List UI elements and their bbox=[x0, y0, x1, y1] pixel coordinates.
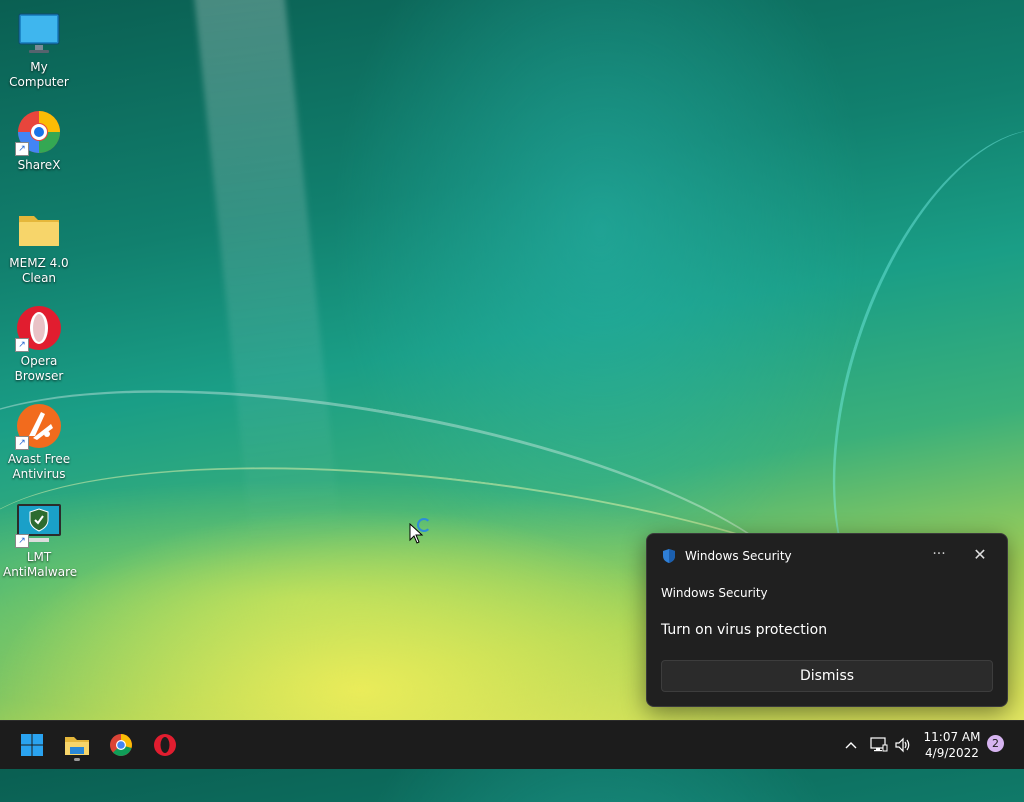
notification-toast[interactable]: Windows Security ··· ✕ Windows Security … bbox=[646, 533, 1008, 707]
desktop-icon-label: ShareX bbox=[17, 158, 61, 172]
chrome-icon bbox=[110, 734, 132, 756]
taskbar-file-explorer[interactable] bbox=[59, 727, 95, 763]
desktop-icon-memz[interactable]: MEMZ 4.0 Clean bbox=[0, 200, 78, 286]
shield-monitor-icon: ↗ bbox=[15, 500, 63, 548]
more-options-button[interactable]: ··· bbox=[927, 544, 951, 566]
dismiss-button[interactable]: Dismiss bbox=[661, 660, 993, 692]
volume-icon bbox=[895, 737, 910, 753]
desktop-icon-label: Avast Free Antivirus bbox=[7, 452, 71, 481]
desktop-icon-lmt-antimalware[interactable]: ↗ LMT AntiMalware bbox=[0, 494, 78, 580]
desktop-icon-opera[interactable]: ↗ Opera Browser bbox=[0, 298, 78, 384]
volume-button[interactable] bbox=[892, 721, 914, 769]
windows-logo-icon bbox=[21, 734, 43, 756]
busy-spinner-icon bbox=[417, 518, 431, 532]
shortcut-arrow-icon: ↗ bbox=[15, 534, 29, 548]
opera-icon: ↗ bbox=[15, 304, 63, 352]
folder-icon bbox=[15, 206, 63, 254]
taskbar: 11:07 AM 4/9/2022 bbox=[0, 720, 1024, 769]
desktop-icon-label: Opera Browser bbox=[14, 354, 64, 383]
toast-message: Turn on virus protection bbox=[661, 622, 828, 638]
shortcut-arrow-icon: ↗ bbox=[15, 142, 29, 156]
folder-icon bbox=[65, 737, 89, 755]
network-button[interactable] bbox=[868, 721, 890, 769]
opera-icon bbox=[154, 734, 176, 756]
toast-title: Windows Security bbox=[661, 586, 768, 600]
sharex-icon: ↗ bbox=[15, 108, 63, 156]
close-button[interactable]: ✕ bbox=[969, 544, 991, 566]
desktop-icon-sharex[interactable]: ↗ ShareX bbox=[0, 102, 78, 173]
running-indicator bbox=[74, 758, 80, 761]
chevron-up-icon bbox=[845, 742, 857, 749]
toast-app-name: Windows Security bbox=[685, 549, 792, 563]
notification-count-badge[interactable]: 2 bbox=[987, 735, 1004, 752]
shortcut-arrow-icon: ↗ bbox=[15, 338, 29, 352]
desktop-icon-avast[interactable]: ↗ Avast Free Antivirus bbox=[0, 396, 78, 482]
avast-icon: ↗ bbox=[15, 402, 63, 450]
desktop-icon-label: MEMZ 4.0 Clean bbox=[9, 256, 69, 285]
taskbar-chrome[interactable] bbox=[103, 727, 139, 763]
wallpaper-light-streak bbox=[188, 0, 342, 544]
network-icon bbox=[870, 737, 888, 752]
desktop-icon-my-computer[interactable]: My Computer bbox=[0, 4, 78, 90]
start-button[interactable] bbox=[14, 727, 50, 763]
show-hidden-icons-button[interactable] bbox=[840, 721, 862, 769]
shortcut-arrow-icon: ↗ bbox=[15, 436, 29, 450]
shield-icon bbox=[663, 549, 675, 563]
clock[interactable]: 11:07 AM 4/9/2022 bbox=[918, 729, 986, 761]
taskbar-opera[interactable] bbox=[147, 727, 183, 763]
desktop-icon-label: My Computer bbox=[9, 60, 69, 89]
clock-time: 11:07 AM bbox=[923, 730, 981, 744]
toast-header: Windows Security bbox=[661, 546, 792, 566]
desktop-icon-label: LMT AntiMalware bbox=[3, 550, 78, 579]
monitor-icon bbox=[15, 10, 63, 58]
clock-date: 4/9/2022 bbox=[925, 746, 979, 760]
